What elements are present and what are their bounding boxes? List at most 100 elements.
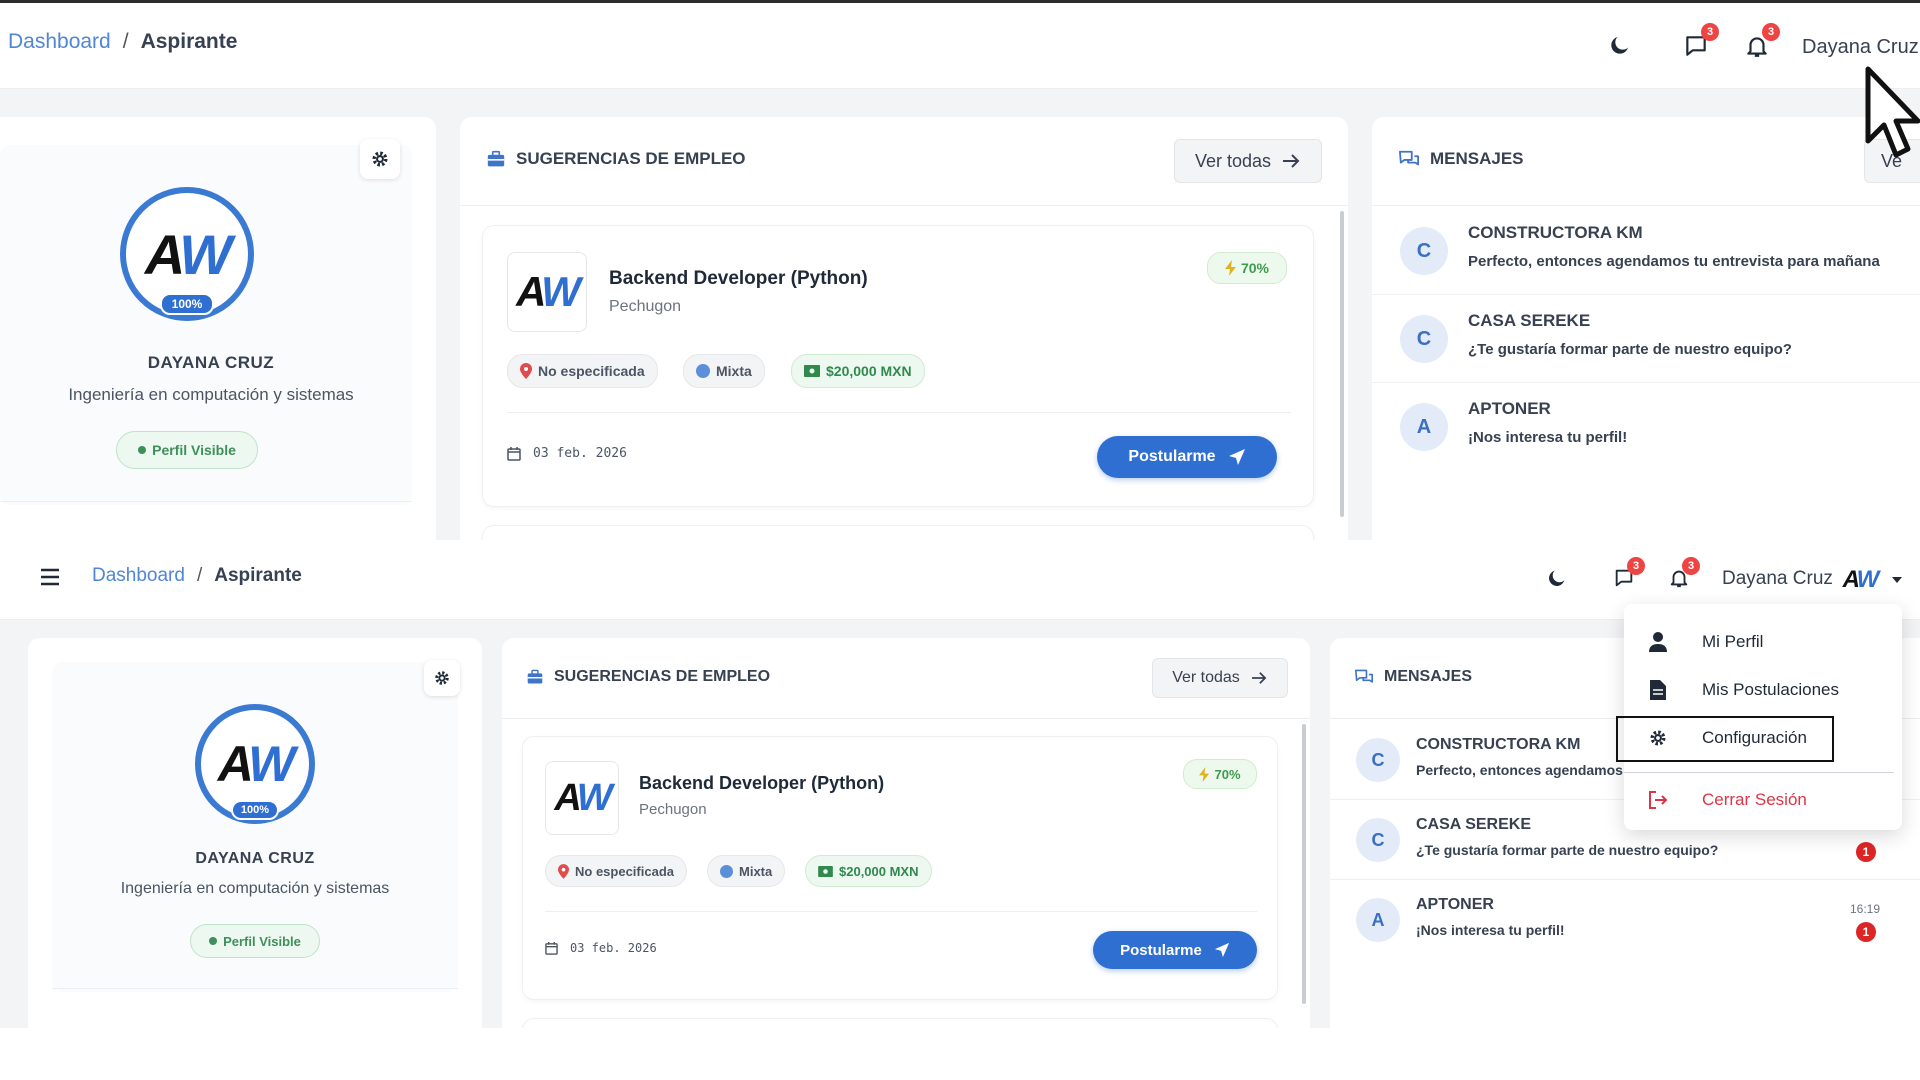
theme-toggle-button[interactable] <box>1546 567 1568 589</box>
job-card-next[interactable] <box>482 525 1314 540</box>
user-avatar[interactable]: AW <box>1840 562 1880 598</box>
job-salary-tag: $20,000 MXN <box>791 354 925 388</box>
view-all-jobs-button[interactable]: Ver todas <box>1152 658 1288 698</box>
moon-icon <box>1549 570 1565 586</box>
messages-icon <box>1355 669 1373 683</box>
job-card[interactable]: AW Backend Developer (Python) Pechugon 7… <box>522 736 1278 1000</box>
notifications-button[interactable]: 3 <box>1668 557 1700 589</box>
message-time: 16:19 <box>1850 902 1881 916</box>
theme-toggle-button[interactable] <box>1608 33 1632 57</box>
message-item[interactable]: A APTONER ¡Nos interesa tu perfil! <box>1372 383 1920 471</box>
job-salary-label: $20,000 MXN <box>839 863 919 879</box>
message-sender: CASA SEREKE <box>1468 311 1591 330</box>
lightning-icon <box>1224 260 1236 276</box>
job-card-next[interactable] <box>522 1018 1278 1028</box>
job-location-label: No especificada <box>538 363 645 379</box>
visibility-dot <box>209 937 218 945</box>
job-match-badge: 70% <box>1207 252 1287 284</box>
jobs-scrollbar[interactable] <box>1340 211 1344 517</box>
briefcase-icon <box>487 150 505 167</box>
menu-item-my-profile[interactable]: Mi Perfil <box>1624 620 1902 664</box>
view-all-jobs-label: Ver todas <box>1172 669 1240 686</box>
job-modality-label: Mixta <box>739 863 773 879</box>
job-title[interactable]: Backend Developer (Python) <box>609 268 868 290</box>
messages-icon <box>1398 150 1419 166</box>
hamburger-icon <box>41 568 59 586</box>
profile-name: DAYANA CRUZ <box>147 353 275 372</box>
job-card-divider <box>545 911 1257 912</box>
message-unread-badge: 1 <box>1856 922 1876 942</box>
apply-button[interactable]: Postularme <box>1097 436 1277 478</box>
chevron-down-icon[interactable] <box>1892 577 1902 583</box>
job-location-tag: No especificada <box>545 855 687 887</box>
moon-icon <box>1611 37 1628 54</box>
breadcrumb: Dashboard / Aspirante <box>92 565 302 587</box>
job-title[interactable]: Backend Developer (Python) <box>639 773 884 794</box>
breadcrumb-dashboard-link[interactable]: Dashboard <box>8 30 111 54</box>
messages-count-badge: 3 <box>1627 557 1645 575</box>
profile-name: DAYANA CRUZ <box>195 850 315 867</box>
job-company: Pechugon <box>609 298 682 315</box>
messages-button[interactable]: 3 <box>1683 23 1719 59</box>
menu-item-logout[interactable]: Cerrar Sesión <box>1624 778 1902 822</box>
screen-frame-top: Dashboard / Aspirante 3 3 Dayana Cruz AW… <box>0 0 1920 540</box>
profile-settings-button[interactable] <box>424 660 460 696</box>
apply-button[interactable]: Postularme <box>1093 931 1257 969</box>
message-preview: ¡Nos interesa tu perfil! <box>1416 922 1565 938</box>
messages-title: MENSAJES <box>1430 149 1524 168</box>
user-dropdown-menu: Mi Perfil Mis Postulaciones Configuració… <box>1616 604 1902 830</box>
job-modality-tag: Mixta <box>683 354 765 388</box>
message-item[interactable]: C CONSTRUCTORA KM Perfecto, entonces age… <box>1372 207 1920 295</box>
sidebar-toggle-button[interactable] <box>40 568 60 586</box>
arrow-right-icon <box>1251 672 1267 684</box>
profile-logo: AW <box>217 736 296 792</box>
notifications-count-badge: 3 <box>1762 23 1780 41</box>
user-menu-trigger[interactable]: Dayana Cruz <box>1722 568 1833 590</box>
menu-item-label: Cerrar Sesión <box>1702 790 1807 809</box>
notifications-count-badge: 3 <box>1682 557 1700 575</box>
profile-visibility-label: Perfil Visible <box>223 933 301 949</box>
calendar-icon <box>545 941 558 955</box>
message-avatar: A <box>1356 898 1400 942</box>
breadcrumb-current: Aspirante <box>214 565 302 586</box>
top-navbar: Dashboard / Aspirante 3 3 Dayana Cruz <box>0 3 1920 89</box>
messages-header-divider <box>1372 205 1920 206</box>
view-all-jobs-button[interactable]: Ver todas <box>1174 139 1322 183</box>
profile-card: AW 100% DAYANA CRUZ Ingeniería en comput… <box>28 638 482 1028</box>
view-all-jobs-label: Ver todas <box>1194 150 1272 171</box>
message-item[interactable]: C CASA SEREKE ¿Te gustaría formar parte … <box>1372 295 1920 383</box>
job-modality-tag: Mixta <box>707 855 786 887</box>
profile-settings-button[interactable] <box>360 139 400 179</box>
circle-icon <box>720 864 733 878</box>
jobs-scrollbar[interactable] <box>1302 724 1306 1004</box>
lightning-icon <box>1199 766 1210 782</box>
messages-button[interactable]: 3 <box>1613 557 1645 589</box>
message-sender: CASA SEREKE <box>1416 816 1531 833</box>
cursor-icon <box>1865 66 1920 158</box>
message-item[interactable]: A APTONER ¡Nos interesa tu perfil! 16:19… <box>1330 880 1920 960</box>
job-suggestions-title: SUGERENCIAS DE EMPLEO <box>554 668 771 685</box>
user-menu-trigger[interactable]: Dayana Cruz <box>1802 36 1919 59</box>
message-avatar: C <box>1400 315 1448 363</box>
breadcrumb-separator: / <box>122 30 129 53</box>
job-location-label: No especificada <box>575 863 674 879</box>
message-preview: ¿Te gustaría formar parte de nuestro equ… <box>1416 842 1719 858</box>
message-avatar: C <box>1356 818 1400 862</box>
job-modality-label: Mixta <box>716 363 752 379</box>
job-date: 03 feb. 2026 <box>507 446 627 461</box>
company-logo: AW <box>545 761 619 835</box>
profile-logo: AW <box>144 222 232 286</box>
job-suggestions-title: SUGERENCIAS DE EMPLEO <box>516 149 746 168</box>
job-card-divider <box>507 412 1291 413</box>
menu-item-my-applications[interactable]: Mis Postulaciones <box>1624 668 1902 712</box>
job-match-badge: 70% <box>1183 759 1257 789</box>
breadcrumb-dashboard-link[interactable]: Dashboard <box>92 565 185 587</box>
job-company: Pechugon <box>639 801 707 818</box>
notifications-button[interactable]: 3 <box>1744 23 1780 59</box>
profile-career: Ingeniería en computación y sistemas <box>120 880 390 897</box>
menu-focus-ring <box>1616 716 1834 762</box>
circle-icon <box>696 364 710 378</box>
job-card[interactable]: AW Backend Developer (Python) Pechugon 7… <box>482 225 1314 507</box>
gear-icon <box>372 151 388 167</box>
gear-icon <box>435 671 449 685</box>
